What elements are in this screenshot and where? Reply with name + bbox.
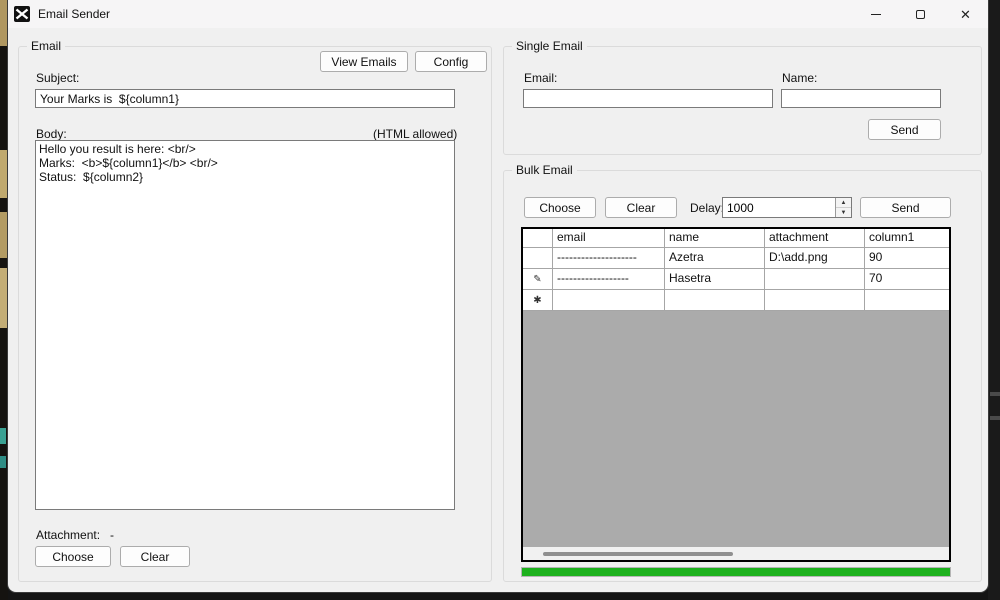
close-button[interactable]: ✕ <box>943 0 988 28</box>
single-name-label: Name: <box>782 71 817 85</box>
cell-attachment[interactable]: D:\add.png <box>765 248 865 269</box>
cell-email[interactable]: ------------------ <box>553 269 665 290</box>
bulk-choose-button[interactable]: Choose <box>524 197 596 218</box>
desktop-background <box>0 0 7 46</box>
cell-attachment[interactable] <box>765 290 865 311</box>
desktop-background <box>0 268 7 328</box>
html-allowed-note: (HTML allowed) <box>373 127 453 141</box>
cell-name[interactable]: Hasetra <box>665 269 765 290</box>
app-window: Email Sender ✕ Email View Emails Config … <box>8 0 988 592</box>
grid-header-email[interactable]: email <box>553 229 665 248</box>
desktop-background <box>0 456 6 468</box>
bulk-recipients-grid[interactable]: email name attachment column1 ----------… <box>521 227 951 562</box>
delay-label: Delay: <box>690 201 724 215</box>
desktop-background <box>0 428 6 444</box>
bulk-clear-button[interactable]: Clear <box>605 197 677 218</box>
table-row[interactable]: ✎ ------------------ Hasetra 70 <box>523 269 949 290</box>
table-row-new[interactable]: ✱ <box>523 290 949 311</box>
cell-email[interactable]: -------------------- <box>553 248 665 269</box>
grid-header-attachment[interactable]: attachment <box>765 229 865 248</box>
delay-spinner[interactable]: ▲ ▼ <box>722 197 852 218</box>
maximize-icon <box>916 10 925 19</box>
desktop-background <box>0 150 7 198</box>
cell-name[interactable]: Azetra <box>665 248 765 269</box>
attachment-value: - <box>110 528 114 542</box>
single-email-label: Email: <box>524 71 557 85</box>
desktop-background <box>990 416 1000 420</box>
spin-up-icon[interactable]: ▲ <box>836 198 851 208</box>
progress-fill <box>522 568 950 576</box>
body-label: Body: <box>36 127 67 141</box>
cell-column1[interactable]: 70 <box>865 269 949 290</box>
single-name-input[interactable] <box>781 89 941 108</box>
desktop-background <box>990 392 1000 396</box>
row-header[interactable] <box>523 248 553 269</box>
body-textarea[interactable] <box>35 140 455 510</box>
titlebar[interactable]: Email Sender ✕ <box>8 0 988 28</box>
attachment-choose-button[interactable]: Choose <box>35 546 111 567</box>
close-icon: ✕ <box>960 8 971 21</box>
single-email-input[interactable] <box>523 89 773 108</box>
attachment-label: Attachment: <box>36 528 100 542</box>
grid-corner-cell[interactable] <box>523 229 553 248</box>
cell-attachment[interactable] <box>765 269 865 290</box>
grid-header-name[interactable]: name <box>665 229 765 248</box>
spin-down-icon[interactable]: ▼ <box>836 208 851 217</box>
bulk-progress-bar <box>521 567 951 577</box>
email-app-icon <box>14 6 30 22</box>
row-header-edit-icon[interactable]: ✎ <box>523 269 553 290</box>
subject-label: Subject: <box>36 71 79 85</box>
single-send-button[interactable]: Send <box>868 119 941 140</box>
row-header-newrow-icon[interactable]: ✱ <box>523 290 553 311</box>
bulk-email-group-label: Bulk Email <box>512 163 577 177</box>
subject-input[interactable] <box>35 89 455 108</box>
desktop-background <box>988 0 1000 600</box>
desktop-background <box>0 212 7 258</box>
single-email-group-label: Single Email <box>512 39 587 53</box>
email-group-label: Email <box>27 39 65 53</box>
view-emails-button[interactable]: View Emails <box>320 51 408 72</box>
grid-horizontal-scrollbar[interactable] <box>523 547 949 560</box>
bulk-send-button[interactable]: Send <box>860 197 951 218</box>
desktop: { "window": { "title": "Email Sender", "… <box>0 0 1000 600</box>
cell-email[interactable] <box>553 290 665 311</box>
window-title: Email Sender <box>38 7 110 21</box>
delay-input[interactable] <box>723 198 835 217</box>
cell-column1[interactable]: 90 <box>865 248 949 269</box>
attachment-clear-button[interactable]: Clear <box>120 546 190 567</box>
config-button[interactable]: Config <box>415 51 487 72</box>
cell-name[interactable] <box>665 290 765 311</box>
cell-column1[interactable] <box>865 290 949 311</box>
minimize-icon <box>871 14 881 15</box>
table-row[interactable]: -------------------- Azetra D:\add.png 9… <box>523 248 949 269</box>
maximize-button[interactable] <box>898 0 943 28</box>
grid-header-column1[interactable]: column1 <box>865 229 949 248</box>
scrollbar-thumb[interactable] <box>543 552 733 556</box>
minimize-button[interactable] <box>853 0 898 28</box>
